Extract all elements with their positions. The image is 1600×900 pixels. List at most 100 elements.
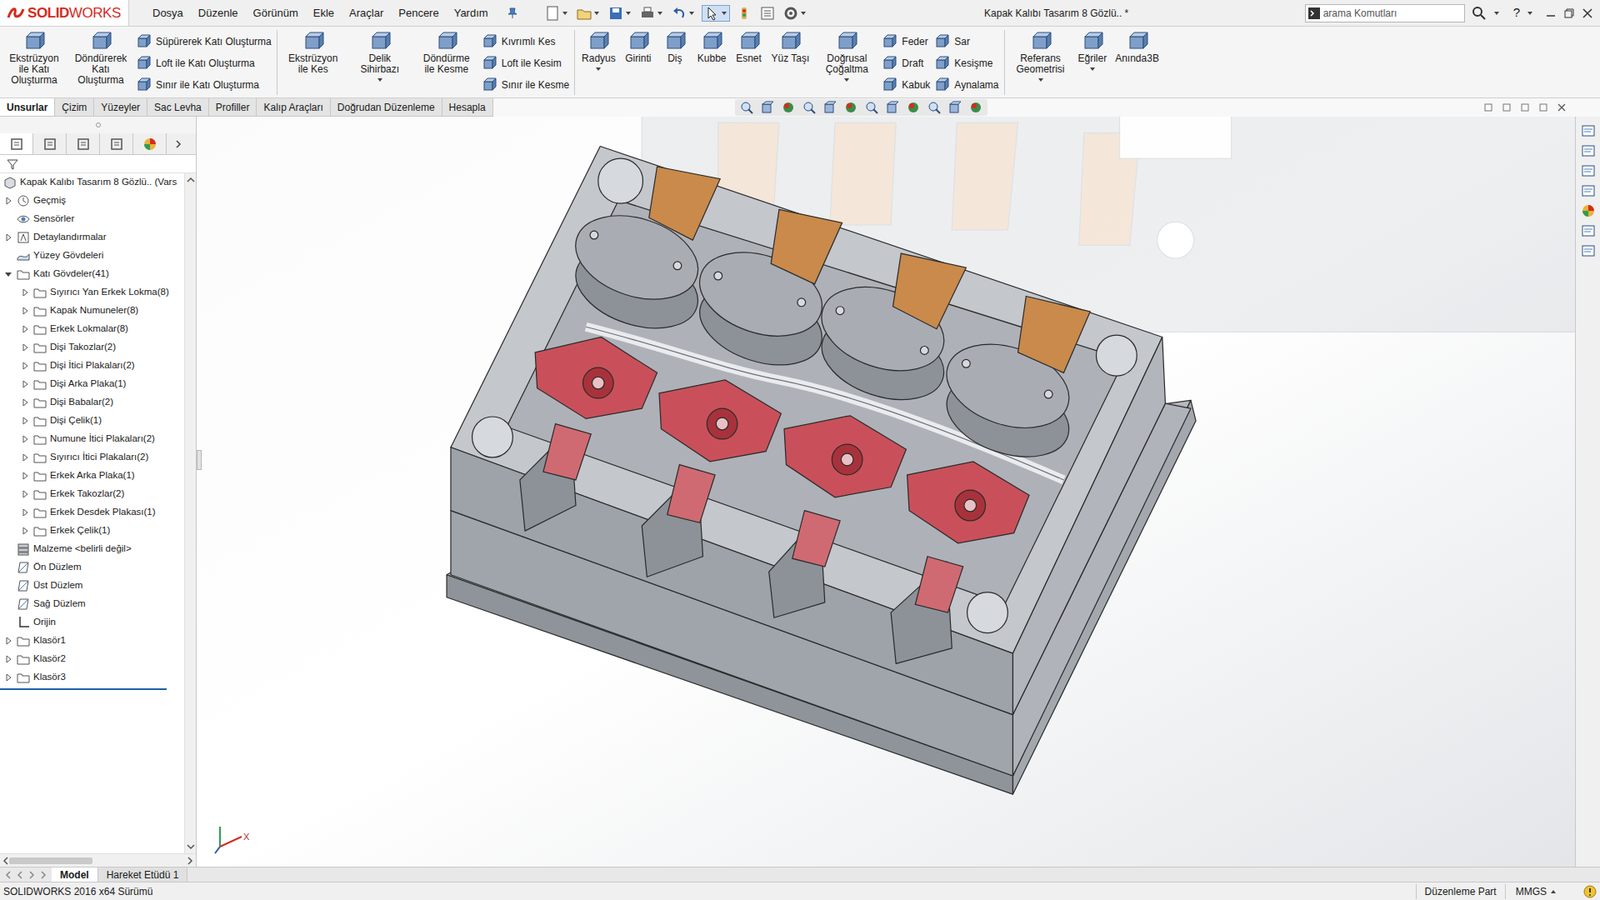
- forum-icon[interactable]: [1580, 243, 1596, 259]
- ribbon-large-button[interactable]: Ekstrüzyon ile Katı Oluşturma: [3, 30, 65, 86]
- tree-item[interactable]: Erkek Çelik(1): [0, 521, 185, 540]
- tree-item[interactable]: Erkek Takozlar(2): [0, 485, 185, 504]
- rollback-bar[interactable]: [0, 688, 167, 690]
- expander[interactable]: [20, 287, 30, 298]
- quick-access-button[interactable]: [606, 5, 634, 21]
- tree-item[interactable]: Dişi Arka Plaka(1): [0, 375, 185, 394]
- ribbon-small-button[interactable]: Feder: [882, 31, 930, 52]
- expander[interactable]: [20, 507, 30, 518]
- home-icon[interactable]: [1580, 123, 1596, 139]
- quick-access-button[interactable]: [781, 5, 809, 21]
- quick-access-button[interactable]: [638, 5, 665, 21]
- command-tab[interactable]: Hesapla: [442, 98, 494, 116]
- command-tab[interactable]: Unsurlar: [0, 98, 55, 116]
- command-search[interactable]: [1305, 4, 1465, 23]
- ribbon-small-button[interactable]: Kesişme: [935, 53, 999, 74]
- tree-item[interactable]: Yüzey Gövdeleri: [0, 246, 185, 265]
- tree-item[interactable]: Sensörler: [0, 210, 185, 229]
- ribbon-large-button[interactable]: Referans Geometrisi: [1010, 30, 1072, 84]
- expander[interactable]: [3, 617, 14, 628]
- ribbon-large-button[interactable]: Döndürme ile Kesme: [415, 30, 478, 75]
- tree-item[interactable]: Numune İtici Plakaları(2): [0, 430, 185, 449]
- scroll-thumb[interactable]: [9, 857, 93, 865]
- panel-tab[interactable]: [0, 133, 34, 155]
- quick-access-button[interactable]: [670, 5, 697, 21]
- graphics-area[interactable]: X: [196, 116, 1575, 867]
- tree-item[interactable]: Sıyırıcı Yan Erkek Lokma(8): [0, 283, 185, 302]
- quick-access-button[interactable]: [735, 5, 754, 21]
- menu-item[interactable]: Ekle: [313, 5, 335, 22]
- command-tab[interactable]: Kalıp Araçları: [256, 98, 330, 116]
- panel-tab[interactable]: [66, 133, 100, 155]
- ribbon-large-button[interactable]: Kubbe: [695, 30, 729, 65]
- panel-tab[interactable]: [33, 133, 67, 155]
- tree-item[interactable]: Sıyırıcı İtici Plakaları(2): [0, 448, 185, 467]
- expander[interactable]: [3, 599, 14, 610]
- tree-item[interactable]: Dişi Takozlar(2): [0, 338, 185, 357]
- command-tab[interactable]: Yüzeyler: [94, 98, 148, 116]
- tree-item[interactable]: Dişi İtici Plakaları(2): [0, 356, 185, 375]
- ribbon-large-button[interactable]: Eğriler: [1076, 30, 1110, 73]
- file-explorer-icon[interactable]: [1580, 163, 1596, 179]
- ribbon-large-button[interactable]: Delik Sihirbazı: [349, 30, 411, 84]
- expander[interactable]: [3, 672, 14, 683]
- tree-item[interactable]: Ön Düzlem: [0, 558, 185, 577]
- ribbon-large-button[interactable]: Esnet: [733, 30, 765, 65]
- tree-item[interactable]: Erkek Lokmalar(8): [0, 320, 185, 339]
- tree-item[interactable]: Sağ Düzlem: [0, 595, 185, 614]
- expander[interactable]: [20, 434, 30, 445]
- expander[interactable]: [20, 360, 30, 371]
- search-input[interactable]: [1323, 5, 1462, 21]
- quick-access-button[interactable]: [701, 5, 730, 22]
- tree-root[interactable]: Kapak Kalıbı Tasarım 8 Gözlü.. (Vars: [0, 173, 185, 192]
- tree-item[interactable]: Detaylandırmalar: [0, 228, 185, 247]
- menu-item[interactable]: Düzenle: [198, 5, 239, 22]
- ribbon-small-button[interactable]: Kıvrımlı Kes: [482, 31, 570, 52]
- ribbon-small-button[interactable]: Loft ile Kesim: [482, 53, 570, 74]
- horizontal-scrollbar[interactable]: [0, 853, 196, 867]
- menu-item[interactable]: Pencere: [398, 5, 439, 22]
- bottom-tab[interactable]: Hareket Etüdü 1: [98, 867, 189, 882]
- ribbon-large-button[interactable]: Anında3B: [1113, 30, 1161, 65]
- tree-item[interactable]: Klasör1: [0, 631, 185, 650]
- panel-collapse-handle[interactable]: [196, 450, 202, 470]
- expander[interactable]: [20, 305, 30, 316]
- menu-item[interactable]: Araçlar: [349, 5, 384, 22]
- design-library-icon[interactable]: [1580, 143, 1596, 159]
- command-tab[interactable]: Doğrudan Düzenleme: [330, 98, 443, 116]
- command-tab[interactable]: Çizim: [55, 98, 95, 116]
- quick-access-button[interactable]: [543, 5, 570, 21]
- ribbon-small-button[interactable]: Sınır ile Kesme: [482, 75, 570, 95]
- appearances-icon[interactable]: [1580, 203, 1596, 219]
- expander[interactable]: [3, 580, 14, 591]
- expander[interactable]: [3, 232, 14, 243]
- expander[interactable]: [20, 525, 30, 536]
- expander[interactable]: [3, 214, 14, 225]
- help-button[interactable]: ?: [1513, 3, 1520, 23]
- tree-item[interactable]: Üst Düzlem: [0, 576, 185, 595]
- tree-item[interactable]: Geçmiş: [0, 191, 185, 210]
- unit-system[interactable]: MMGS: [1505, 884, 1567, 900]
- ribbon-large-button[interactable]: Doğrusal Çoğaltma: [815, 30, 878, 84]
- tree-item[interactable]: Orijin: [0, 613, 185, 632]
- expander[interactable]: [20, 324, 30, 335]
- menu-item[interactable]: Yardım: [454, 5, 489, 22]
- menu-item[interactable]: Dosya: [152, 5, 184, 22]
- view-palette-icon[interactable]: [1580, 183, 1596, 199]
- ribbon-small-button[interactable]: Draft: [882, 53, 930, 74]
- tree-filter[interactable]: [0, 155, 196, 174]
- mold-model[interactable]: [196, 116, 1575, 867]
- command-tab[interactable]: Sac Levha: [147, 98, 210, 116]
- expander[interactable]: [20, 379, 30, 390]
- tree-item[interactable]: Malzeme <belirli değil>: [0, 540, 185, 559]
- expander[interactable]: [20, 489, 30, 500]
- ribbon-small-button[interactable]: Sınır ile Katı Oluşturma: [136, 75, 272, 95]
- expander[interactable]: [3, 635, 14, 646]
- expander[interactable]: [3, 250, 14, 261]
- ribbon-large-button[interactable]: Yüz Taşı: [770, 30, 812, 65]
- expander[interactable]: [3, 654, 14, 665]
- menu-item[interactable]: Görünüm: [253, 5, 299, 22]
- ribbon-large-button[interactable]: Ekstrüzyon ile Kes: [282, 30, 345, 75]
- panel-tab[interactable]: [133, 133, 167, 155]
- vertical-scrollbar[interactable]: [184, 173, 196, 854]
